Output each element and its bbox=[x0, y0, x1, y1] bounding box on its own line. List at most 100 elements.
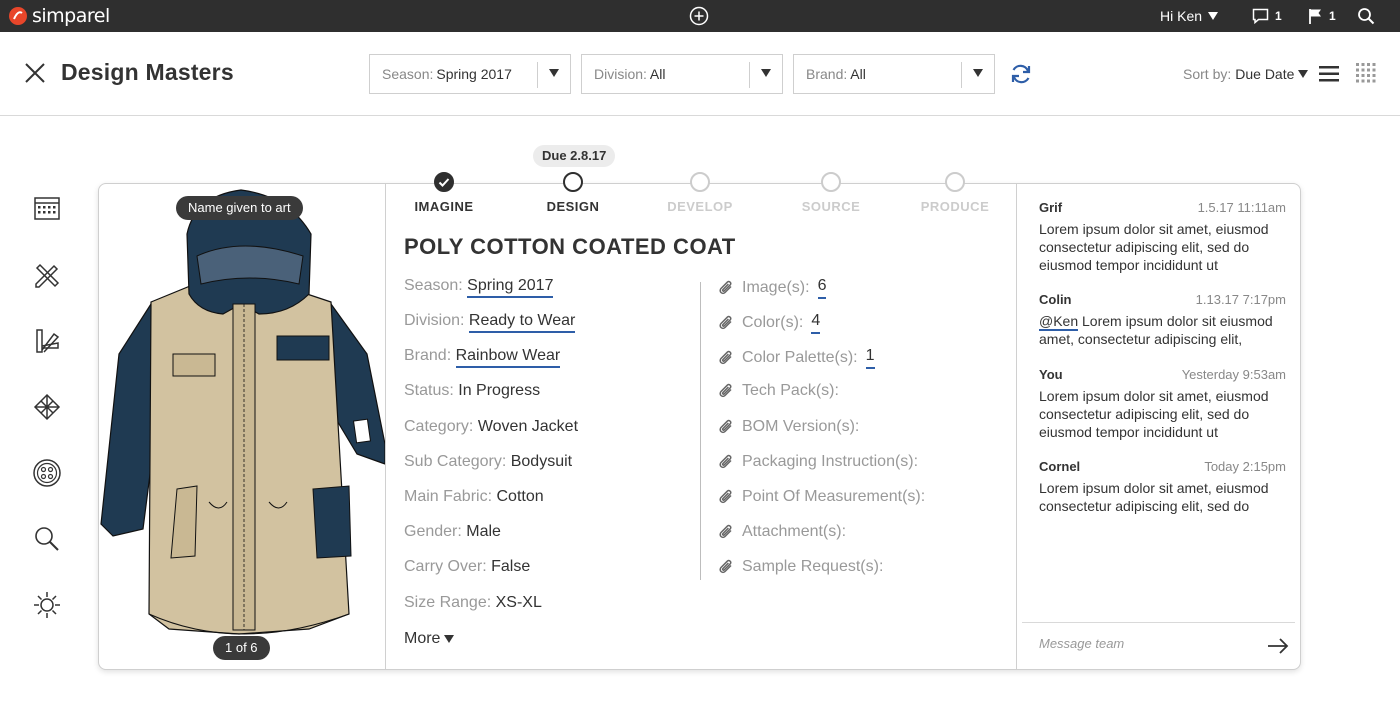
close-icon[interactable] bbox=[24, 62, 46, 84]
chevron-down-icon[interactable] bbox=[761, 69, 771, 77]
attachment-attachments[interactable]: Attachment(s): bbox=[719, 523, 846, 541]
attachment-pom[interactable]: Point Of Measurement(s): bbox=[719, 488, 925, 506]
flags-count: 1 bbox=[1329, 9, 1336, 23]
send-arrow-icon[interactable] bbox=[1267, 637, 1289, 655]
art-pager[interactable]: 1 of 6 bbox=[213, 636, 270, 660]
division-filter[interactable]: Division: All bbox=[581, 54, 783, 94]
field-value: Cotton bbox=[496, 488, 544, 505]
paperclip-icon bbox=[719, 350, 732, 365]
field-key: Brand: bbox=[404, 347, 452, 364]
attachment-tech-packs[interactable]: Tech Pack(s): bbox=[719, 382, 839, 400]
field-main-fabric: Main Fabric: Cotton bbox=[404, 488, 544, 506]
paperclip-icon bbox=[719, 280, 732, 295]
field-value: Woven Jacket bbox=[477, 418, 579, 435]
field-sub-category: Sub Category: Bodysuit bbox=[404, 453, 572, 471]
grid-view-icon[interactable] bbox=[1356, 63, 1376, 83]
top-bar: simparel Hi Ken 1 1 bbox=[0, 0, 1400, 32]
more-button[interactable]: More bbox=[404, 630, 455, 648]
button-icon[interactable] bbox=[32, 458, 62, 488]
message-author: Cornel bbox=[1039, 459, 1081, 474]
step-label: IMAGINE bbox=[414, 199, 474, 214]
field-value-link[interactable]: Rainbow Wear bbox=[455, 347, 561, 368]
message-item: You Yesterday 9:53am Lorem ipsum dolor si… bbox=[1039, 367, 1286, 441]
color-palette-icon[interactable] bbox=[32, 326, 62, 356]
step-design[interactable]: DESIGN bbox=[513, 172, 633, 214]
refresh-icon[interactable] bbox=[1009, 62, 1033, 86]
field-season: Season: Spring 2017 bbox=[404, 277, 554, 298]
product-title: POLY COTTON COATED COAT bbox=[404, 234, 736, 259]
search-icon[interactable] bbox=[32, 524, 62, 554]
chevron-down-icon[interactable] bbox=[549, 69, 559, 77]
message-author: Colin bbox=[1039, 292, 1072, 307]
paperclip-icon bbox=[719, 383, 732, 398]
brand-filter[interactable]: Brand: All bbox=[793, 54, 995, 94]
list-view-icon[interactable] bbox=[1318, 64, 1340, 84]
paperclip-icon bbox=[719, 489, 732, 504]
paperclip-icon bbox=[719, 419, 732, 434]
artwork-panel: Name given to art 1 of 6 bbox=[99, 184, 386, 670]
field-key: Carry Over: bbox=[404, 558, 487, 575]
message-item: Colin 1.13.17 7:17pm @Ken Lorem ipsum dol… bbox=[1039, 292, 1286, 348]
field-division: Division: Ready to Wear bbox=[404, 312, 576, 333]
flags-button[interactable]: 1 bbox=[1308, 8, 1336, 24]
step-source[interactable]: SOURCE bbox=[771, 172, 891, 214]
season-filter[interactable]: Season: Spring 2017 bbox=[369, 54, 571, 94]
search-icon[interactable] bbox=[1357, 7, 1375, 25]
messages-button[interactable]: 1 bbox=[1252, 8, 1282, 24]
field-value-link[interactable]: Ready to Wear bbox=[468, 312, 576, 333]
attachment-sample-requests[interactable]: Sample Request(s): bbox=[719, 558, 883, 576]
sun-icon[interactable] bbox=[32, 590, 62, 620]
attachment-count[interactable]: 6 bbox=[817, 277, 827, 299]
sort-dropdown[interactable]: Sort by: Due Date bbox=[1183, 66, 1309, 82]
paperclip-icon bbox=[719, 524, 732, 539]
field-key: Category: bbox=[404, 418, 474, 435]
pattern-icon[interactable] bbox=[32, 392, 62, 422]
field-value: Male bbox=[466, 523, 501, 540]
attachment-packaging[interactable]: Packaging Instruction(s): bbox=[719, 453, 918, 471]
message-body: Lorem ipsum dolor sit amet, eiusmod cons… bbox=[1039, 221, 1269, 273]
field-value-link[interactable]: Spring 2017 bbox=[467, 277, 554, 298]
step-imagine[interactable]: IMAGINE bbox=[384, 172, 504, 214]
chat-icon bbox=[1252, 8, 1269, 24]
user-mention[interactable]: @Ken bbox=[1039, 313, 1079, 331]
message-time: 1.13.17 7:17pm bbox=[1195, 292, 1286, 307]
message-time: Yesterday 9:53am bbox=[1181, 367, 1286, 382]
attachment-key: Color(s): bbox=[742, 314, 804, 331]
filter-divider bbox=[537, 62, 538, 88]
filter-label: Brand: bbox=[806, 66, 848, 82]
attachment-colors[interactable]: Color(s): 4 bbox=[719, 312, 821, 334]
step-develop[interactable]: DEVELOP bbox=[640, 172, 760, 214]
add-new-icon[interactable] bbox=[689, 6, 709, 26]
attachment-bom-versions[interactable]: BOM Version(s): bbox=[719, 418, 859, 436]
coat-artwork-image[interactable] bbox=[99, 184, 386, 670]
flag-icon bbox=[1309, 9, 1321, 24]
filter-label: Season: bbox=[382, 66, 434, 82]
more-label: More bbox=[404, 630, 441, 647]
field-key: Size Range: bbox=[404, 594, 492, 611]
due-date-badge: Due 2.8.17 bbox=[533, 145, 616, 167]
filter-divider bbox=[749, 62, 750, 88]
design-tools-icon[interactable] bbox=[32, 260, 62, 290]
message-time: 1.5.17 11:11am bbox=[1197, 200, 1286, 215]
field-key: Season: bbox=[404, 277, 463, 294]
step-label: SOURCE bbox=[801, 199, 861, 214]
calendar-icon[interactable] bbox=[32, 193, 62, 223]
attachment-images[interactable]: Image(s): 6 bbox=[719, 277, 827, 299]
step-produce[interactable]: PRODUCE bbox=[895, 172, 1015, 214]
attachment-color-palettes[interactable]: Color Palette(s): 1 bbox=[719, 347, 875, 369]
attachment-key: BOM Version(s): bbox=[742, 418, 860, 435]
field-key: Gender: bbox=[404, 523, 462, 540]
step-dot bbox=[690, 172, 710, 192]
app-logo[interactable]: simparel bbox=[8, 4, 110, 28]
attachment-count[interactable]: 4 bbox=[811, 312, 821, 334]
column-divider bbox=[700, 282, 701, 580]
attachment-count[interactable]: 1 bbox=[865, 347, 875, 369]
step-dot bbox=[945, 172, 965, 192]
chevron-down-icon bbox=[444, 635, 455, 643]
user-menu[interactable]: Hi Ken bbox=[1160, 8, 1219, 24]
filter-value: Spring 2017 bbox=[436, 66, 512, 82]
message-team-input[interactable]: Message team bbox=[1039, 636, 1124, 651]
message-body: @Ken Lorem ipsum dolor sit eiusmod amet,… bbox=[1039, 312, 1286, 348]
chevron-down-icon[interactable] bbox=[973, 69, 983, 77]
chevron-down-icon bbox=[1208, 12, 1219, 20]
